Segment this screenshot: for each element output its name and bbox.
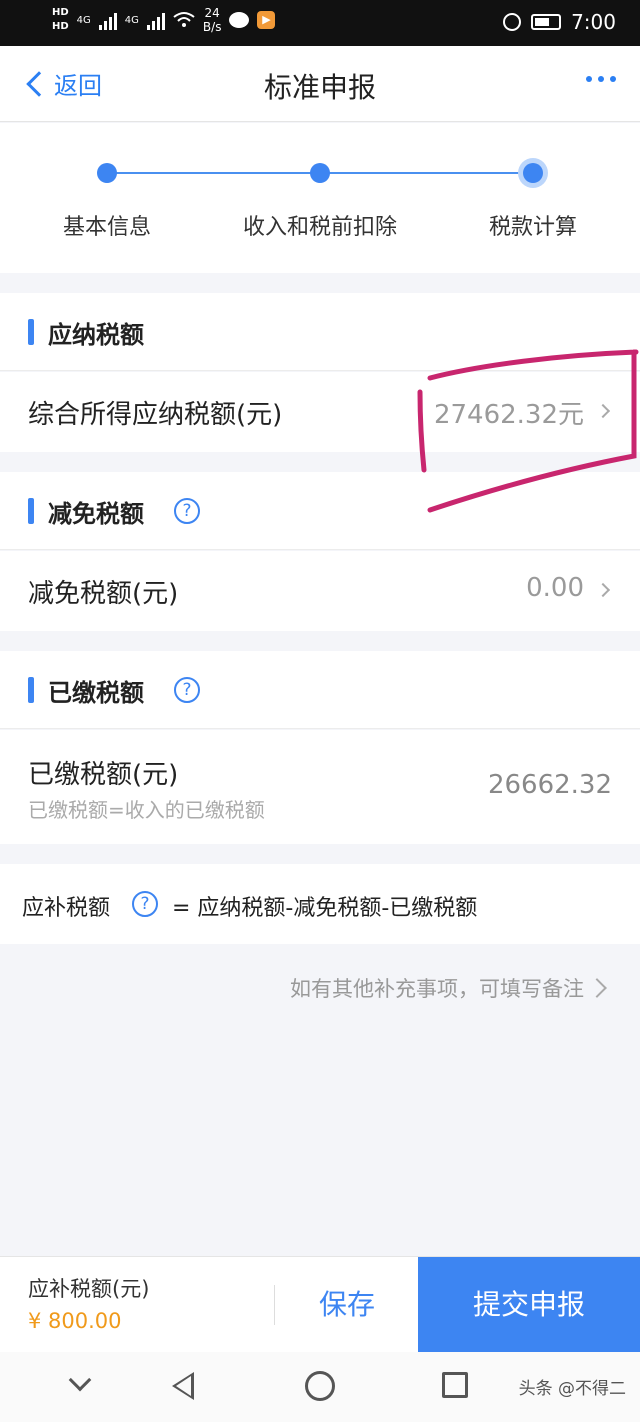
chevron-down-icon[interactable] xyxy=(68,1368,92,1392)
row-sub-paid: 已缴税额=收入的已缴税额 xyxy=(28,798,265,822)
divider xyxy=(274,1285,275,1325)
section-marker xyxy=(28,677,34,703)
save-button[interactable]: 保存 xyxy=(276,1257,418,1353)
bottom-bar: 应补税额(元) ¥ 800.00 保存 提交申报 xyxy=(0,1256,640,1353)
row-paid: 已缴税额(元) 已缴税额=收入的已缴税额 26662.32 xyxy=(0,730,640,844)
remark-link[interactable]: 如有其他补充事项，可填写备注 xyxy=(290,973,584,1003)
watermark: 头条 @不得二 xyxy=(518,1379,626,1399)
row-label-paid: 已缴税额(元) xyxy=(28,760,179,790)
chevron-right-icon xyxy=(587,978,607,998)
back-triangle-icon[interactable] xyxy=(172,1372,194,1400)
formula-text: = 应纳税额-减免税额-已缴税额 xyxy=(172,896,478,921)
help-icon[interactable]: ? xyxy=(132,891,158,917)
submit-button[interactable]: 提交申报 xyxy=(418,1257,640,1353)
due-value: ¥ 800.00 xyxy=(28,1309,122,1333)
section-header-paid: 已缴税额 ? xyxy=(0,651,640,729)
system-nav-bar: 头条 @不得二 xyxy=(0,1352,640,1422)
formula-label: 应补税额 xyxy=(22,896,111,921)
row-value-paid: 26662.32 xyxy=(487,770,612,800)
annotation-circle xyxy=(417,349,639,513)
due-label: 应补税额(元) xyxy=(28,1277,150,1301)
section-title-paid: 已缴税额 xyxy=(48,679,144,707)
formula-row: 应补税额 ? = 应纳税额-减免税额-已缴税额 xyxy=(0,864,640,944)
recent-apps-icon[interactable] xyxy=(442,1372,468,1398)
help-icon[interactable]: ? xyxy=(174,677,200,703)
home-circle-icon[interactable] xyxy=(305,1371,335,1401)
